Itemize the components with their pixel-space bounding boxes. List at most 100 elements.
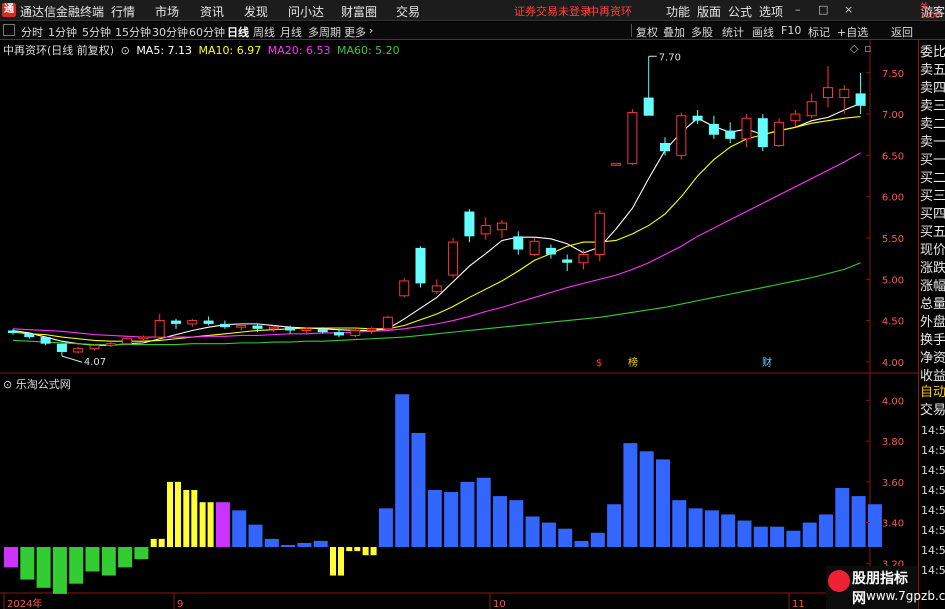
quote-panel: 关 1000 委比 卖五 卖四 卖三 卖二 卖一 买一 买二 买三 买四 买五 现价 涨跌 涨幅 总量 外盘 换手… bbox=[918, 2, 945, 609]
settings-icon[interactable]: ⊙ bbox=[121, 44, 130, 57]
quote-label: 买三 bbox=[920, 189, 945, 204]
btn-diejia[interactable]: 叠加 bbox=[663, 24, 685, 40]
candle-body bbox=[105, 343, 116, 346]
date-tick-label: 11 bbox=[792, 599, 805, 609]
close-button[interactable]: × bbox=[844, 3, 853, 16]
btn-tongji[interactable]: 统计 bbox=[722, 24, 744, 40]
ind-tick-label: 3.80 bbox=[882, 437, 904, 448]
menu-gongshi[interactable]: 公式 bbox=[728, 3, 752, 20]
histogram-bar bbox=[264, 538, 279, 548]
chart-expand-icon[interactable]: ▫ bbox=[864, 42, 871, 55]
menu-gongneng[interactable]: 功能 bbox=[666, 3, 690, 20]
menu-wenxiaoda[interactable]: 问小达 bbox=[288, 3, 324, 20]
indicator-settings-icon[interactable]: ⊙ bbox=[3, 378, 12, 391]
login-warning[interactable]: 证券交易未登录 bbox=[514, 3, 591, 19]
menu-bar: 通 通达信金融终端 行情 市场 资讯 发现 问小达 财富圈 交易 证券交易未登录… bbox=[0, 0, 945, 21]
histogram-bar bbox=[819, 514, 833, 548]
quote-label: 买四 bbox=[920, 207, 945, 222]
menu-xuanxiang[interactable]: 选项 bbox=[759, 3, 783, 20]
watermark-url: www.7gpzb.com bbox=[866, 589, 945, 603]
maximize-button[interactable]: □ bbox=[818, 3, 828, 16]
candle-body bbox=[660, 142, 670, 152]
low-marker-line bbox=[61, 355, 83, 363]
candle-body bbox=[89, 344, 100, 350]
candle-body bbox=[480, 225, 491, 235]
candle-body bbox=[545, 247, 556, 255]
candle-body bbox=[676, 115, 687, 156]
kline-legend: 中再资环(日线 前复权) ⊙ MA5: 7.13 MA10: 6.97 MA20… bbox=[3, 42, 403, 58]
trade-time: 14:56 bbox=[921, 564, 945, 577]
period-weekly[interactable]: 周线 bbox=[253, 24, 275, 40]
btn-fuquan[interactable]: 复权 bbox=[636, 24, 658, 40]
btn-biaoji[interactable]: 标记 bbox=[808, 24, 830, 40]
date-tick-label: 10 bbox=[493, 599, 506, 609]
histogram-bar bbox=[232, 510, 247, 548]
period-monthly[interactable]: 月线 bbox=[280, 24, 302, 40]
candle-body bbox=[171, 320, 181, 324]
period-5min[interactable]: 5分钟 bbox=[82, 24, 111, 40]
watermark-logo-icon bbox=[828, 570, 850, 592]
ma-line-ma10 bbox=[12, 116, 861, 342]
candle-body bbox=[334, 332, 344, 336]
menu-faxian[interactable]: 发现 bbox=[244, 3, 268, 20]
quote-label: 买二 bbox=[920, 171, 945, 186]
histogram-bar bbox=[786, 530, 801, 548]
kline-title: 中再资环(日线 前复权) bbox=[3, 44, 115, 57]
btn-add-favorite[interactable]: +自选 bbox=[837, 24, 868, 40]
btn-huaxian[interactable]: 画线 bbox=[752, 24, 774, 40]
minimize-button[interactable]: – bbox=[795, 3, 801, 16]
more-chevron-icon[interactable]: › bbox=[369, 24, 373, 37]
period-1min[interactable]: 1分钟 bbox=[48, 24, 77, 40]
period-60min[interactable]: 60分钟 bbox=[189, 24, 225, 40]
histogram-bar bbox=[215, 502, 230, 548]
period-daily[interactable]: 日线 bbox=[227, 24, 249, 40]
chart-option-icon[interactable]: ◇ bbox=[850, 42, 859, 55]
menu-hangqing[interactable]: 行情 bbox=[111, 3, 135, 20]
histogram-bar bbox=[85, 547, 100, 572]
event-marker[interactable]: 财 bbox=[762, 356, 772, 369]
menu-caifuquan[interactable]: 财富圈 bbox=[341, 3, 377, 20]
menu-zixun[interactable]: 资讯 bbox=[200, 3, 224, 20]
menu-banmian[interactable]: 版面 bbox=[697, 3, 721, 20]
histogram-bar bbox=[851, 496, 866, 548]
quote-label: 买五 bbox=[920, 225, 945, 240]
menu-jiaoyi[interactable]: 交易 bbox=[396, 3, 420, 20]
toolbar-divider bbox=[631, 24, 632, 37]
quote-label: 卖二 bbox=[920, 117, 945, 132]
histogram-bar bbox=[36, 547, 51, 588]
candle-body bbox=[236, 325, 247, 328]
trade-time: 14:56 bbox=[921, 484, 945, 497]
quote-label: 委比 bbox=[920, 45, 945, 60]
period-30min[interactable]: 30分钟 bbox=[152, 24, 188, 40]
histogram-bar bbox=[118, 547, 133, 568]
candle-body bbox=[122, 338, 133, 345]
period-more[interactable]: 更多 bbox=[344, 24, 366, 40]
btn-duogu[interactable]: 多股 bbox=[691, 24, 713, 40]
quote-label: 买一 bbox=[920, 153, 945, 168]
trade-time: 14:56 bbox=[921, 464, 945, 477]
candle-body bbox=[285, 327, 296, 331]
panel-toggle-icon[interactable] bbox=[3, 24, 15, 36]
auto-toggle[interactable]: 自动 bbox=[920, 384, 945, 402]
btn-f10[interactable]: F10 bbox=[781, 24, 801, 37]
event-marker[interactable]: 榜 bbox=[628, 356, 638, 369]
histogram-bar bbox=[313, 540, 328, 548]
period-multi[interactable]: 多周期 bbox=[308, 24, 341, 40]
histogram-bar bbox=[493, 496, 507, 548]
quote-label: 涨幅 bbox=[920, 279, 945, 294]
candle-body bbox=[73, 348, 84, 353]
histogram-bar bbox=[753, 526, 768, 548]
event-marker[interactable]: $ bbox=[596, 358, 602, 369]
candle-body bbox=[187, 320, 198, 325]
histogram-bar bbox=[69, 547, 84, 584]
price-tick-label: 6.00 bbox=[882, 193, 904, 204]
candle-body bbox=[431, 285, 442, 293]
trade-label: 交易 bbox=[920, 403, 945, 418]
btn-back[interactable]: 返回 bbox=[891, 24, 913, 40]
menu-shichang[interactable]: 市场 bbox=[155, 3, 179, 20]
chart-canvas[interactable]: 7.50 7.00 6.50 6.00 5.50 5.00 4.50 4.00 4.00 3.80… bbox=[0, 40, 918, 609]
period-fenshi[interactable]: 分时 bbox=[21, 24, 43, 40]
ma20-label: MA20: 6.53 bbox=[267, 44, 331, 57]
indicator-legend: ⊙ 乐淘公式网 bbox=[3, 376, 71, 392]
period-15min[interactable]: 15分钟 bbox=[115, 24, 151, 40]
